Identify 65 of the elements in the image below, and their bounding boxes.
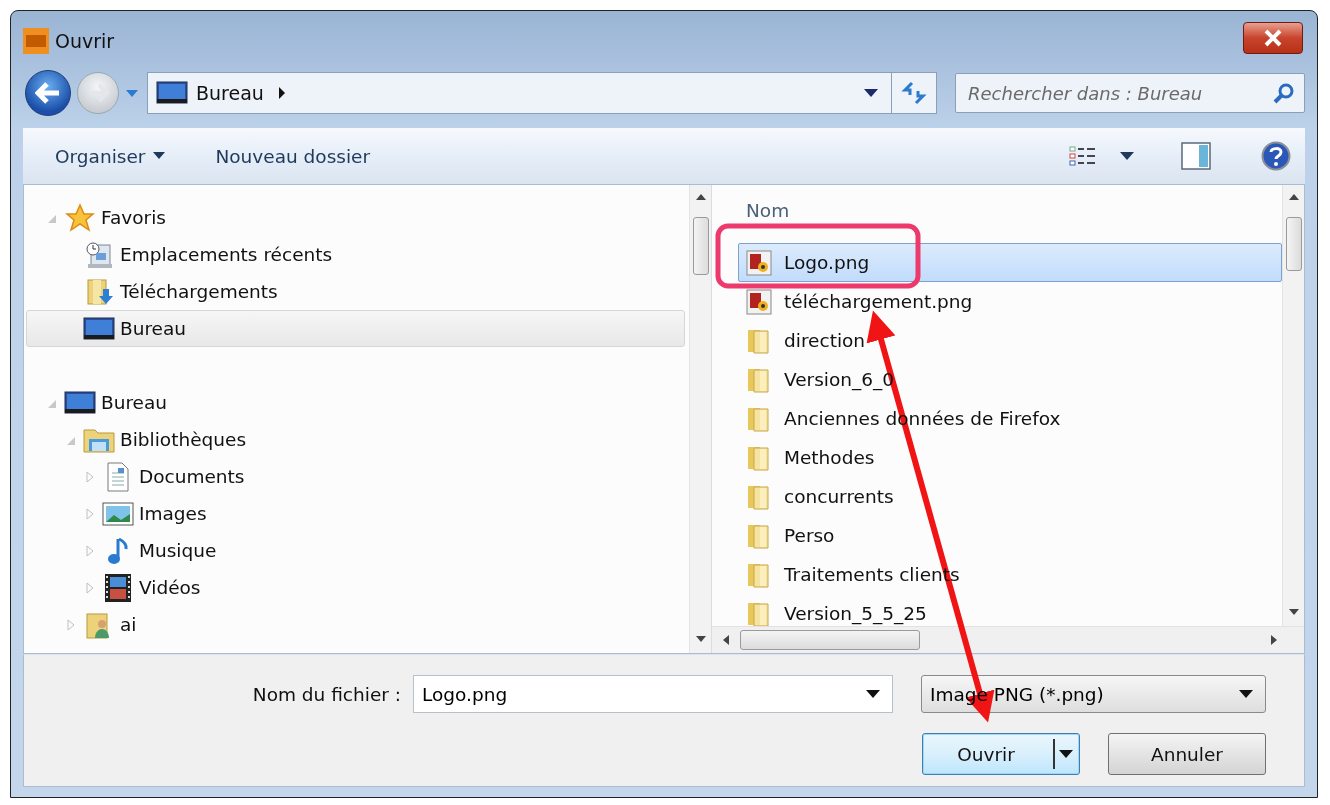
history-dropdown-icon[interactable]	[125, 88, 139, 98]
tree-item[interactable]: Favoris	[26, 199, 685, 236]
help-icon[interactable]	[1261, 141, 1291, 171]
image-file-icon	[746, 249, 772, 276]
landscape-image-icon	[102, 500, 134, 527]
refresh-icon[interactable]	[901, 81, 927, 105]
scroll-left-icon[interactable]	[722, 634, 730, 646]
scroll-right-icon[interactable]	[1270, 634, 1278, 646]
scroll-up-icon[interactable]	[694, 193, 707, 201]
app-logo-icon	[23, 27, 49, 54]
preview-pane-icon[interactable]	[1181, 142, 1211, 170]
scroll-up-icon[interactable]	[1287, 193, 1300, 201]
close-icon	[1263, 28, 1283, 47]
breadcrumb-item[interactable]: Bureau	[196, 82, 264, 104]
desktop-icon	[83, 315, 115, 342]
file-item[interactable]: Version_5_5_25	[738, 594, 1282, 626]
address-bar[interactable]: Bureau	[147, 72, 937, 114]
file-item[interactable]: téléchargement.png	[738, 282, 1282, 321]
scrollbar-thumb[interactable]	[1285, 217, 1302, 271]
tree-item[interactable]: Bureau	[26, 310, 685, 347]
caret-icon[interactable]	[1059, 750, 1073, 758]
tree-item[interactable]: Bureau	[26, 384, 685, 421]
desktop-icon	[64, 389, 96, 416]
dropdown-arrow-icon[interactable]	[1239, 690, 1253, 698]
star-icon	[65, 202, 95, 233]
tree-item[interactable]: Musique	[26, 532, 685, 569]
column-header[interactable]: Nom	[738, 185, 1282, 221]
tree-item[interactable]: Bibliothèques	[26, 421, 685, 458]
download-folder-icon	[84, 276, 114, 307]
tree-item[interactable]: Images	[26, 495, 685, 532]
search-icon	[1273, 82, 1295, 104]
scrollbar-thumb[interactable]	[740, 630, 920, 650]
file-item[interactable]: Perso	[738, 516, 1282, 555]
recent-places-icon	[84, 239, 114, 270]
tree-item[interactable]: Vidéos	[26, 569, 685, 606]
window-title: Ouvrir	[55, 29, 116, 52]
tree-item[interactable]: Téléchargements	[26, 273, 685, 310]
toolbar-button[interactable]: Nouveau dossier	[205, 139, 381, 173]
image-file-icon	[746, 288, 772, 315]
desktop-icon	[156, 80, 188, 106]
file-item[interactable]: direction	[738, 321, 1282, 360]
back-arrow-icon	[35, 82, 61, 104]
document-icon	[105, 461, 131, 492]
toolbar-button[interactable]: Organiser	[45, 139, 176, 173]
tree-item[interactable]: Emplacements récents	[26, 236, 685, 273]
file-name-combobox[interactable]: Logo.png	[413, 675, 893, 713]
file-name-label: Nom du fichier :	[252, 683, 401, 705]
open-split-button[interactable]: Ouvrir	[922, 733, 1080, 775]
caret-icon[interactable]	[1119, 151, 1135, 161]
file-item[interactable]: concurrents	[738, 477, 1282, 516]
scroll-down-icon[interactable]	[694, 635, 707, 643]
scrollbar-thumb[interactable]	[692, 217, 709, 275]
tree-item[interactable]: ai	[26, 606, 685, 643]
scroll-down-icon[interactable]	[1287, 608, 1300, 616]
breadcrumb-arrow-icon[interactable]	[277, 86, 286, 100]
dropdown-arrow-icon[interactable]	[866, 690, 880, 698]
file-item[interactable]: Logo.png	[738, 243, 1282, 282]
cancel-button[interactable]: Annuler	[1108, 733, 1266, 775]
back-button[interactable]	[25, 70, 71, 116]
search-field[interactable]: Rechercher dans : Bureau	[955, 73, 1305, 113]
file-item[interactable]: Methodes	[738, 438, 1282, 477]
tree-item[interactable]: Documents	[26, 458, 685, 495]
close-button[interactable]	[1243, 21, 1303, 54]
dropdown-arrow-icon[interactable]	[864, 89, 878, 97]
film-strip-icon	[104, 572, 132, 603]
